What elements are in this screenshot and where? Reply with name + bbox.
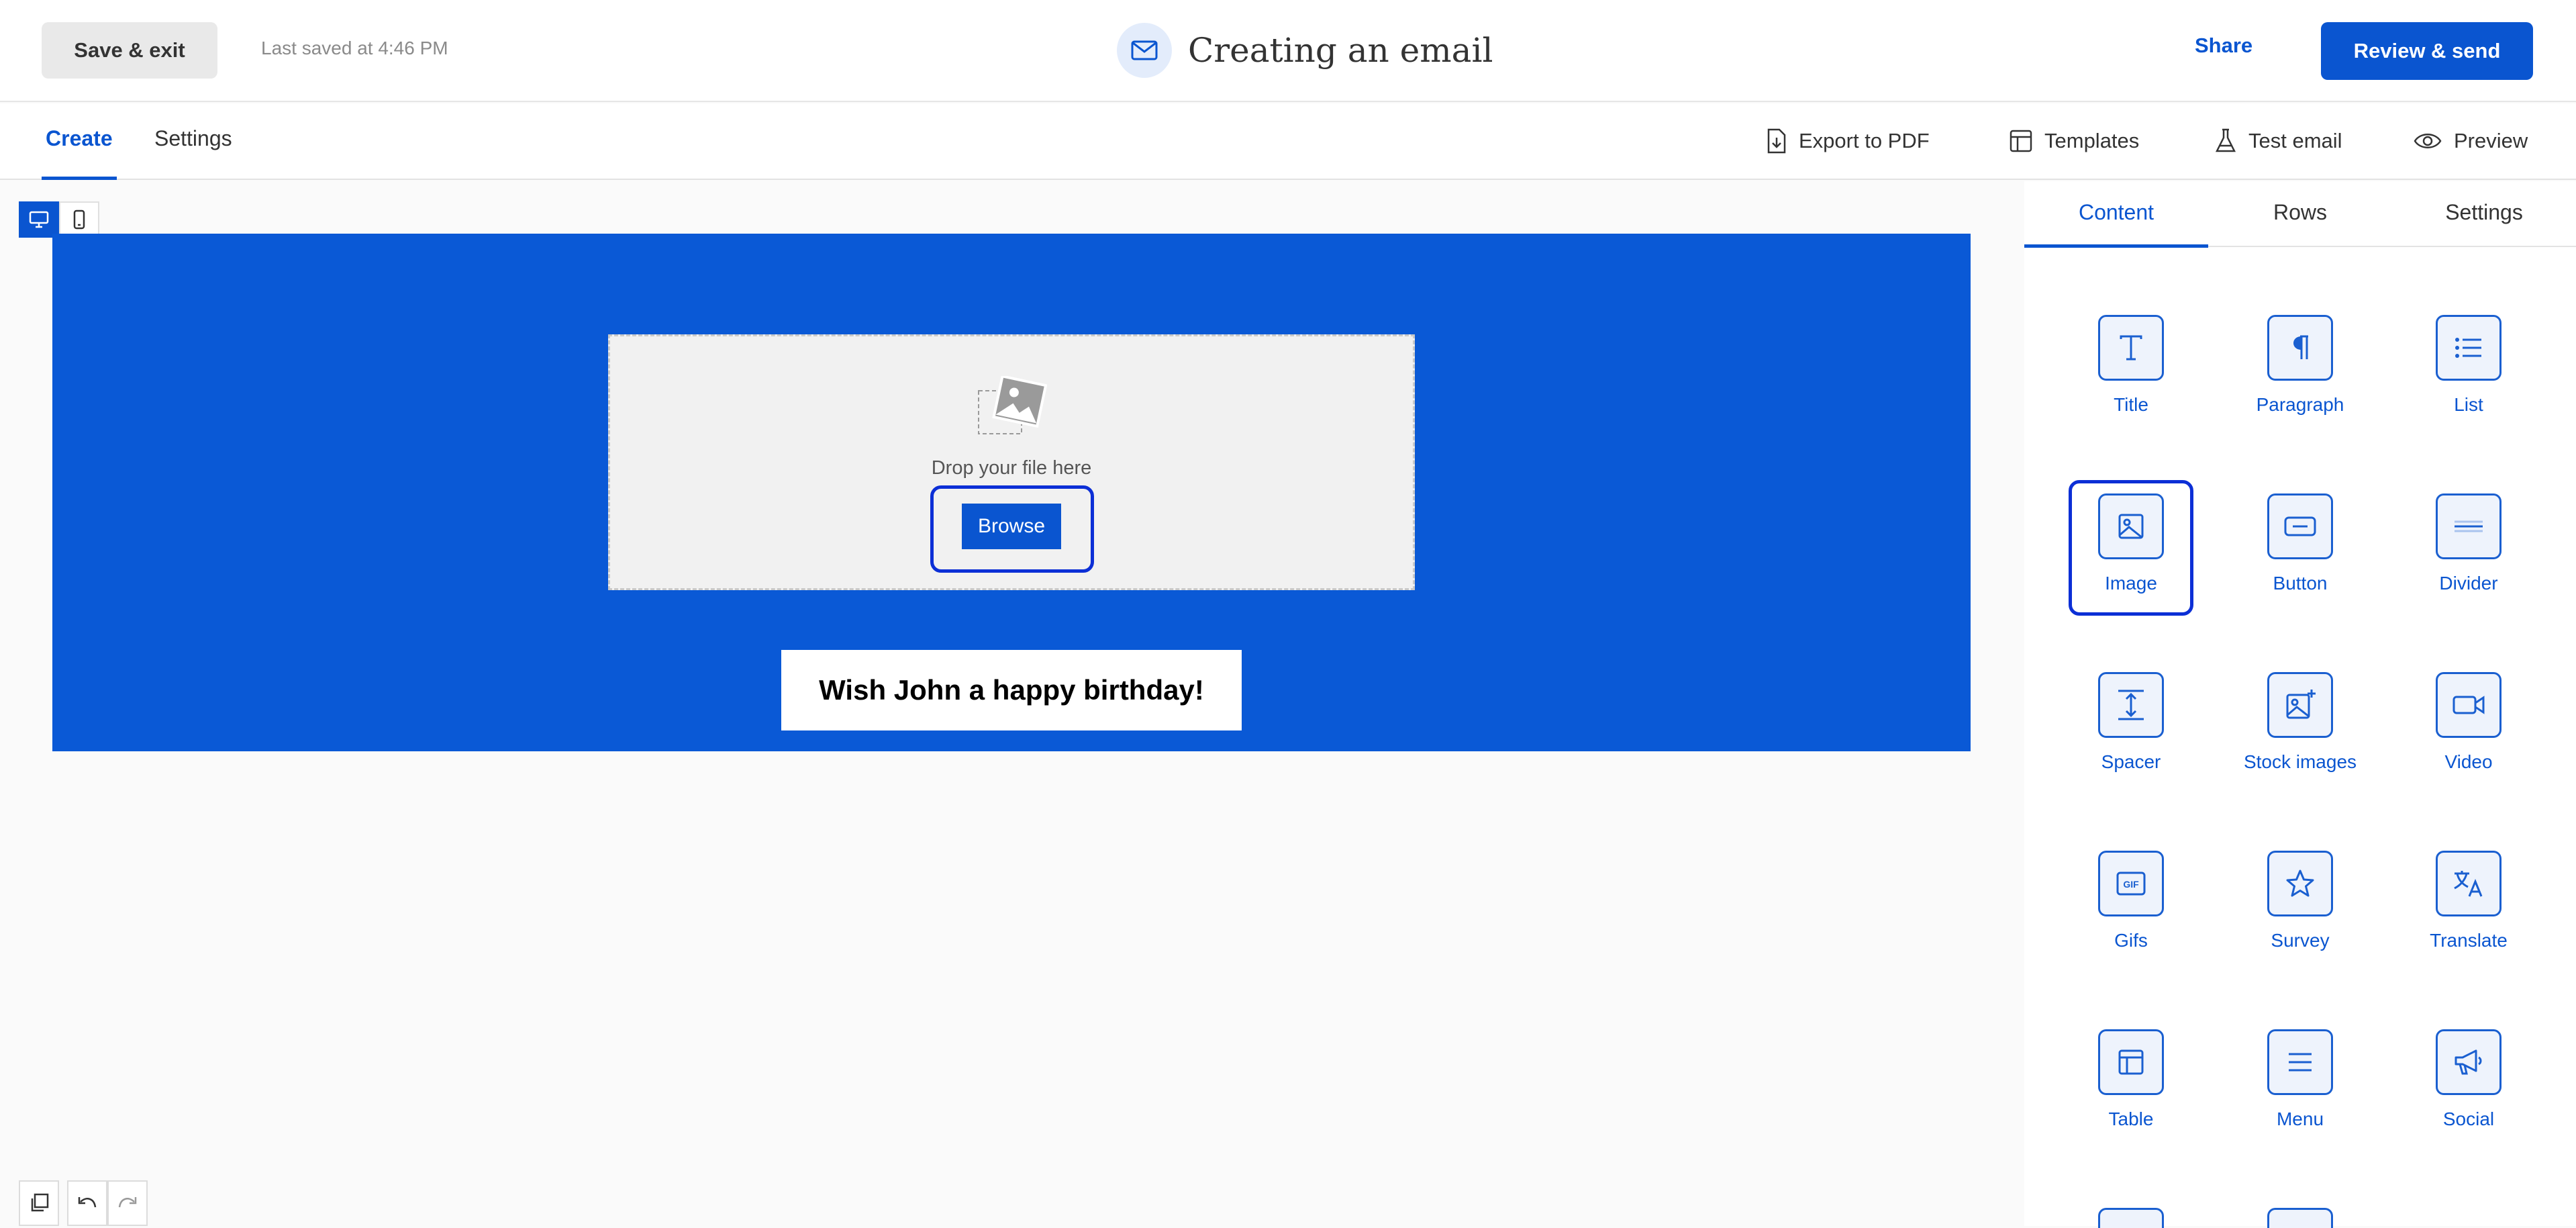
drop-file-text: Drop your file here	[931, 457, 1092, 479]
panel-tabs: Content Rows Settings	[2024, 181, 2576, 248]
title-icon	[2098, 315, 2164, 381]
mail-icon	[1117, 23, 1172, 78]
block-social[interactable]: Social	[2401, 1029, 2536, 1164]
menu-icon	[2267, 1029, 2333, 1095]
share-button[interactable]: Share	[2195, 34, 2252, 58]
block-label: Image	[2105, 573, 2157, 594]
gif-icon: GIF	[2098, 851, 2164, 916]
block-label: Title	[2114, 394, 2148, 415]
headline-block[interactable]: Wish John a happy birthday!	[781, 650, 1242, 730]
button-icon	[2267, 493, 2333, 559]
block-survey[interactable]: Survey	[2233, 851, 2367, 985]
tab-create[interactable]: Create	[46, 126, 113, 151]
templates-button[interactable]: Templates	[2010, 128, 2139, 154]
headline-text: Wish John a happy birthday!	[819, 674, 1204, 706]
page-title-group: Creating an email	[1117, 23, 1493, 78]
block-gifs[interactable]: GIF Gifs	[2064, 851, 2198, 985]
translate-icon	[2436, 851, 2501, 916]
block-label: Gifs	[2114, 930, 2148, 951]
block-menu[interactable]: Menu	[2233, 1029, 2367, 1164]
block-button[interactable]: Button	[2233, 493, 2367, 628]
desktop-icon	[29, 211, 49, 228]
tab-settings[interactable]: Settings	[154, 126, 232, 151]
templates-label: Templates	[2044, 129, 2140, 152]
review-send-button[interactable]: Review & send	[2321, 22, 2533, 80]
block-label: Button	[2273, 573, 2328, 594]
megaphone-icon	[2436, 1029, 2501, 1095]
last-saved-text: Last saved at 4:46 PM	[261, 38, 448, 58]
mobile-view-button[interactable]	[59, 201, 99, 238]
block-label: Divider	[2439, 573, 2498, 594]
page-title: Creating an email	[1188, 31, 1493, 70]
eye-icon	[2414, 134, 2442, 148]
block-label: Stock images	[2243, 751, 2357, 772]
mobile-icon	[73, 209, 85, 230]
block-spacer[interactable]: Spacer	[2064, 672, 2198, 806]
copy-icon	[31, 1193, 49, 1212]
block-label: List	[2454, 394, 2483, 415]
video-icon	[2436, 672, 2501, 738]
template-icon	[2010, 130, 2032, 152]
block-label: Spacer	[2101, 751, 2161, 772]
block-stock-images[interactable]: Stock images	[2233, 672, 2367, 806]
image-placeholder-icon	[978, 376, 1047, 434]
block-paragraph[interactable]: Paragraph	[2233, 315, 2367, 449]
image-icon	[2098, 493, 2164, 559]
editor-toolbar: Create Settings Export to PDF Templates …	[0, 103, 2576, 180]
active-tab-indicator	[42, 177, 117, 180]
table-icon	[2098, 1029, 2164, 1095]
block-translate[interactable]: Translate	[2401, 851, 2536, 985]
device-toggle	[19, 201, 99, 238]
save-exit-button[interactable]: Save & exit	[42, 22, 217, 79]
block-label: Survey	[2271, 930, 2330, 951]
preview-button[interactable]: Preview	[2414, 128, 2528, 154]
block-divider[interactable]: Divider	[2401, 493, 2536, 628]
file-download-icon	[1767, 128, 1786, 154]
browse-button[interactable]: Browse	[962, 504, 1061, 549]
block-partial[interactable]	[2098, 1208, 2164, 1228]
history-controls	[19, 1180, 148, 1226]
redo-button[interactable]	[107, 1180, 148, 1226]
export-pdf-button[interactable]: Export to PDF	[1767, 128, 1930, 154]
undo-button[interactable]	[67, 1180, 107, 1226]
block-label: Social	[2442, 1108, 2495, 1129]
block-image[interactable]: Image	[2064, 493, 2198, 628]
block-list[interactable]: List	[2401, 315, 2536, 449]
active-panel-tab-indicator	[2024, 244, 2208, 248]
export-pdf-label: Export to PDF	[1799, 129, 1930, 152]
block-title[interactable]: Title	[2064, 315, 2198, 449]
stock-images-icon	[2267, 672, 2333, 738]
list-icon	[2436, 315, 2501, 381]
tab-rows[interactable]: Rows	[2208, 200, 2392, 225]
tab-content[interactable]: Content	[2024, 200, 2208, 225]
block-video[interactable]: Video	[2401, 672, 2536, 806]
block-label: Video	[2444, 751, 2493, 772]
paragraph-icon	[2267, 315, 2333, 381]
block-label: Menu	[2276, 1108, 2324, 1129]
divider-icon	[2436, 493, 2501, 559]
test-email-label: Test email	[2248, 129, 2342, 152]
block-label: Paragraph	[2256, 394, 2344, 415]
star-icon	[2267, 851, 2333, 916]
block-partial[interactable]	[2267, 1208, 2333, 1228]
block-table[interactable]: Table	[2064, 1029, 2198, 1164]
copy-button[interactable]	[19, 1180, 59, 1226]
spacer-icon	[2098, 672, 2164, 738]
redo-icon	[118, 1197, 137, 1208]
undo-icon	[78, 1197, 97, 1208]
preview-label: Preview	[2454, 129, 2528, 152]
test-email-button[interactable]: Test email	[2215, 128, 2342, 154]
top-header: Save & exit Last saved at 4:46 PM Creati…	[0, 0, 2576, 102]
svg-text:GIF: GIF	[2123, 879, 2139, 890]
block-label: Table	[2108, 1108, 2154, 1129]
desktop-view-button[interactable]	[19, 201, 59, 238]
block-label: Translate	[2430, 930, 2508, 951]
tab-panel-settings[interactable]: Settings	[2392, 200, 2576, 225]
flask-icon	[2215, 128, 2236, 152]
